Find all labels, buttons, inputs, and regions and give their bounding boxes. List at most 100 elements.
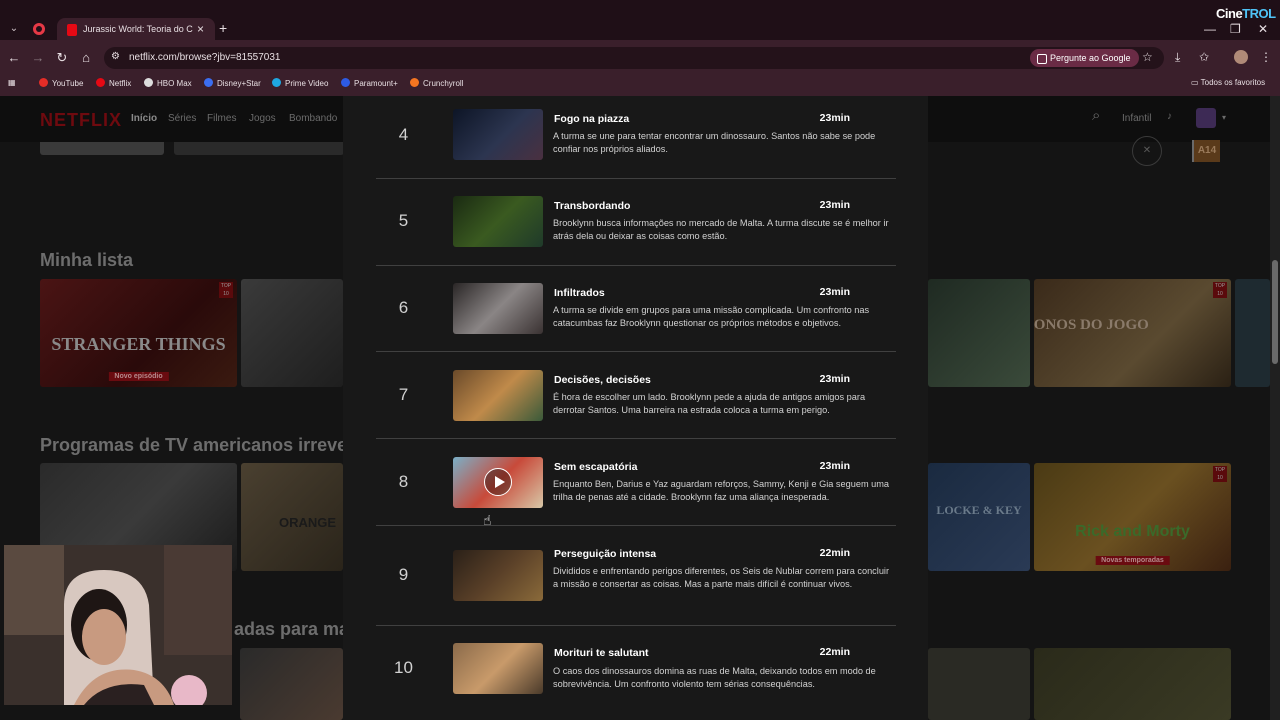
episode-thumbnail[interactable]: [453, 457, 543, 508]
crunchyroll-icon: [410, 78, 419, 87]
bookmark-paramount[interactable]: Paramount+: [341, 78, 398, 88]
episode-thumbnail[interactable]: [453, 370, 543, 421]
hbo-max-icon: [144, 78, 153, 87]
poster-stranger-things[interactable]: STRANGER THINGS TOP 10 Novo episódio: [40, 279, 237, 387]
episode-title: Transbordando: [554, 200, 631, 212]
episode-divider: [376, 625, 896, 626]
favorites-icon[interactable]: ✩: [1199, 50, 1209, 64]
tab-title: Jurassic World: Teoria do Caos: [83, 24, 193, 34]
episode-divider: [376, 178, 896, 179]
episode-divider: [376, 351, 896, 352]
bookmark-hbo-max[interactable]: HBO Max: [144, 78, 192, 88]
all-favorites[interactable]: ▭ Todos os favoritos: [1191, 78, 1265, 87]
download-icon[interactable]: ⤓: [1175, 50, 1180, 65]
poster-orange[interactable]: ORANGE: [241, 463, 343, 571]
minimize-button[interactable]: —: [1204, 22, 1216, 36]
profile-chevron-icon[interactable]: ▾: [1222, 113, 1226, 122]
episode-row[interactable]: 9 Perseguição intensa 22min Divididos e …: [376, 531, 896, 626]
bookmark-crunchyroll[interactable]: Crunchyroll: [410, 78, 463, 88]
bookmark-youtube[interactable]: YouTube: [39, 78, 83, 88]
episode-thumbnail[interactable]: [453, 643, 543, 694]
cinetrol-watermark: CineTROL: [1216, 6, 1276, 21]
tab-active[interactable]: Jurassic World: Teoria do Caos ×: [57, 18, 215, 42]
bookmark-netflix[interactable]: Netflix: [96, 78, 131, 88]
nav-series[interactable]: Séries: [168, 113, 196, 124]
more-info-button-bg[interactable]: [174, 142, 344, 155]
bookmark-disney-star[interactable]: Disney+Star: [204, 78, 261, 88]
nav-inicio[interactable]: Início: [131, 113, 157, 124]
nav-jogos[interactable]: Jogos: [249, 113, 276, 124]
kids-link[interactable]: Infantil: [1122, 113, 1151, 124]
tab-close-icon[interactable]: ×: [197, 22, 204, 36]
episode-duration: 22min: [819, 547, 850, 559]
episode-row[interactable]: 4 Fogo na piazza 23min A turma se une pa…: [376, 96, 896, 183]
episode-thumbnail[interactable]: [453, 109, 543, 160]
webcam-image: [4, 545, 232, 705]
poster-partial[interactable]: [1235, 279, 1270, 387]
nav-bombando[interactable]: Bombando: [289, 113, 337, 124]
notifications-bell-icon[interactable]: ♪: [1167, 111, 1172, 122]
poster-dinosaur[interactable]: [928, 279, 1030, 387]
url-text[interactable]: netflix.com/browse?jbv=81557031: [129, 52, 280, 63]
page-scrollbar-thumb[interactable]: [1272, 260, 1278, 364]
episode-row[interactable]: 5 Transbordando 23min Brooklynn busca in…: [376, 183, 896, 270]
play-button-bg[interactable]: [40, 142, 164, 155]
top10-badge: TOP 10: [1213, 466, 1227, 482]
mute-icon[interactable]: ✕: [1132, 136, 1162, 166]
bookmark-star-icon[interactable]: ☆: [1142, 50, 1153, 64]
profile-avatar-netflix[interactable]: [1196, 108, 1216, 128]
forward-arrow-icon[interactable]: →: [30, 50, 46, 65]
bookmarks-bar: [0, 74, 1280, 96]
episode-row[interactable]: 8 Sem escapatória 23min Enquanto Ben, Da…: [376, 444, 896, 531]
episode-number: 7: [398, 385, 409, 404]
episode-thumbnail[interactable]: [453, 283, 543, 334]
row-title-programas-tv[interactable]: Programas de TV americanos irreverentes: [40, 435, 343, 456]
poster-donos-do-jogo[interactable]: OS DONOS DO JOGO TOP 10: [1034, 279, 1231, 387]
row-title-minha-lista[interactable]: Minha lista: [40, 250, 133, 271]
nav-filmes[interactable]: Filmes: [207, 113, 236, 124]
close-window-button[interactable]: ✕: [1258, 22, 1268, 36]
page-scrollbar[interactable]: [1270, 96, 1280, 720]
episode-row[interactable]: 7 Decisões, decisões 23min É hora de esc…: [376, 357, 896, 444]
search-icon[interactable]: ⌕: [1092, 107, 1100, 124]
episode-title: Fogo na piazza: [554, 113, 630, 125]
episode-description: É hora de escolher um lado. Brooklynn pe…: [553, 392, 866, 416]
recording-icon[interactable]: [33, 23, 45, 35]
episode-row[interactable]: 10 Morituri te salutant 22min O caos dos…: [376, 631, 896, 718]
poster-locke-key[interactable]: LOCKE & KEY: [928, 463, 1030, 571]
apps-grid-icon[interactable]: ▦: [8, 78, 16, 87]
maximize-button[interactable]: ❐: [1230, 22, 1241, 36]
home-icon[interactable]: ⌂: [78, 50, 94, 65]
tab-search-chevron-icon[interactable]: ⌄: [6, 21, 22, 37]
site-settings-icon[interactable]: ⚙: [111, 51, 120, 62]
netflix-logo[interactable]: NETFLIX: [40, 110, 122, 131]
episode-title: Sem escapatória: [554, 461, 638, 473]
youtube-icon: [39, 78, 48, 87]
row-title-partial[interactable]: adas para ma: [234, 619, 349, 640]
poster-animated[interactable]: [241, 279, 343, 387]
menu-dots-icon[interactable]: ⋮: [1260, 50, 1272, 64]
poster-row3-b[interactable]: [928, 648, 1030, 720]
episode-number: 5: [398, 211, 409, 230]
back-arrow-icon[interactable]: ←: [6, 50, 22, 65]
episode-number: 6: [398, 298, 409, 317]
new-tab-button[interactable]: +: [219, 20, 227, 36]
poster-row3-a[interactable]: [240, 648, 343, 720]
top10-badge: TOP 10: [219, 282, 233, 298]
episodes-modal: 4 Fogo na piazza 23min A turma se une pa…: [343, 96, 928, 720]
episode-thumbnail[interactable]: [453, 196, 543, 247]
poster-row3-c[interactable]: [1034, 648, 1231, 720]
episode-row[interactable]: 6 Infiltrados 23min A turma se divide em…: [376, 270, 896, 357]
ask-google-button[interactable]: Pergunte ao Google: [1030, 49, 1139, 67]
age-rating-badge: A14: [1192, 140, 1220, 162]
reload-icon[interactable]: ↻: [54, 50, 70, 66]
profile-avatar[interactable]: [1234, 50, 1248, 64]
poster-title-text: OS DONOS DO JOGO: [1034, 317, 1149, 333]
episode-thumbnail[interactable]: [453, 550, 543, 601]
poster-rick-morty[interactable]: Rick and Morty TOP 10 Novas temporadas: [1034, 463, 1231, 571]
browser-tab-bar: ⌄ Jurassic World: Teoria do Caos × + Cin…: [0, 0, 1280, 42]
episode-number: 10: [394, 658, 413, 677]
play-icon[interactable]: [484, 468, 512, 496]
prime-video-icon: [272, 78, 281, 87]
bookmark-prime-video[interactable]: Prime Video: [272, 78, 328, 88]
